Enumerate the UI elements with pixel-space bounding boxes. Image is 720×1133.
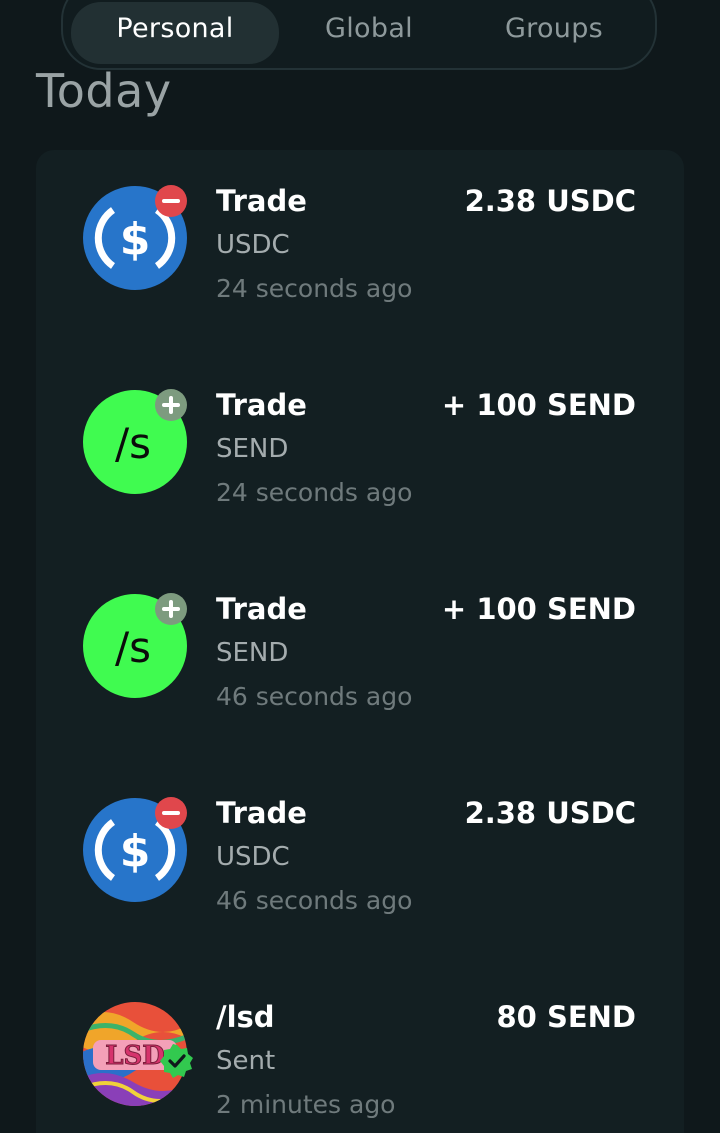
activity-title: Trade bbox=[216, 796, 307, 830]
activity-title: Trade bbox=[216, 388, 307, 422]
activity-subtitle: USDC bbox=[216, 230, 290, 260]
tab-personal[interactable]: Personal bbox=[71, 2, 279, 64]
activity-row[interactable]: $ Trade USDC 24 seconds ago 2.38 USDC bbox=[36, 150, 684, 354]
activity-amount: + 100 SEND bbox=[441, 388, 636, 422]
activity-time: 24 seconds ago bbox=[216, 274, 413, 303]
activity-title: Trade bbox=[216, 592, 307, 626]
activity-subtitle: SEND bbox=[216, 434, 289, 464]
activity-amount: 2.38 USDC bbox=[464, 184, 636, 218]
activity-amount: 80 SEND bbox=[496, 1000, 637, 1034]
svg-text:LSD: LSD bbox=[105, 1041, 165, 1071]
activity-time: 46 seconds ago bbox=[216, 886, 413, 915]
activity-title: Trade bbox=[216, 184, 307, 218]
activity-row[interactable]: $ Trade USDC 46 seconds ago 2.38 USDC bbox=[36, 762, 684, 966]
activity-row[interactable]: /s Trade SEND 24 seconds ago + 100 SEND bbox=[36, 354, 684, 558]
activity-row[interactable]: /s Trade SEND 46 seconds ago + 100 SEND bbox=[36, 558, 684, 762]
verified-check-icon bbox=[160, 1044, 194, 1078]
activity-subtitle: Sent bbox=[216, 1046, 276, 1076]
tab-global[interactable]: Global bbox=[279, 2, 459, 64]
tab-groups[interactable]: Groups bbox=[459, 2, 649, 64]
activity-tabs: Personal Global Groups bbox=[61, 0, 657, 70]
svg-text:$: $ bbox=[120, 826, 151, 877]
activity-list: $ Trade USDC 24 seconds ago 2.38 USDC /s bbox=[36, 150, 684, 1133]
activity-screen: Personal Global Groups Today $ Trade USD… bbox=[0, 0, 720, 1133]
activity-subtitle: USDC bbox=[216, 842, 290, 872]
plus-badge-icon bbox=[154, 388, 188, 422]
activity-time: 46 seconds ago bbox=[216, 682, 413, 711]
activity-row[interactable]: LSD /lsd Sent 2 minutes ago 80 SEND bbox=[36, 966, 684, 1133]
activity-subtitle: SEND bbox=[216, 638, 289, 668]
plus-badge-icon bbox=[154, 592, 188, 626]
activity-time: 2 minutes ago bbox=[216, 1090, 396, 1119]
svg-text:/s: /s bbox=[115, 623, 151, 672]
activity-time: 24 seconds ago bbox=[216, 478, 413, 507]
section-title-today: Today bbox=[36, 64, 172, 118]
svg-text:/s: /s bbox=[115, 419, 151, 468]
activity-amount: + 100 SEND bbox=[441, 592, 636, 626]
activity-title: /lsd bbox=[216, 1000, 275, 1034]
minus-badge-icon bbox=[154, 796, 188, 830]
minus-badge-icon bbox=[154, 184, 188, 218]
svg-text:$: $ bbox=[120, 214, 151, 265]
activity-amount: 2.38 USDC bbox=[464, 796, 636, 830]
